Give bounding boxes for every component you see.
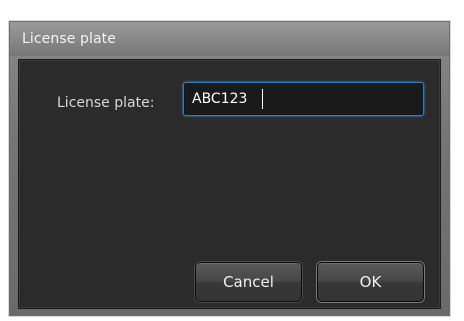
license-plate-input[interactable] — [183, 82, 424, 116]
text-caret — [262, 89, 263, 109]
dialog-content: License plate: Cancel OK — [18, 59, 441, 309]
license-plate-dialog: License plate License plate: Cancel OK — [9, 21, 450, 316]
title-bar[interactable]: License plate — [10, 22, 449, 56]
dialog-title: License plate — [22, 31, 116, 47]
ok-button[interactable]: OK — [317, 262, 424, 302]
license-plate-label: License plate: — [57, 95, 155, 111]
page: License plate License plate: Cancel OK — [0, 0, 464, 321]
cancel-button[interactable]: Cancel — [195, 262, 302, 302]
